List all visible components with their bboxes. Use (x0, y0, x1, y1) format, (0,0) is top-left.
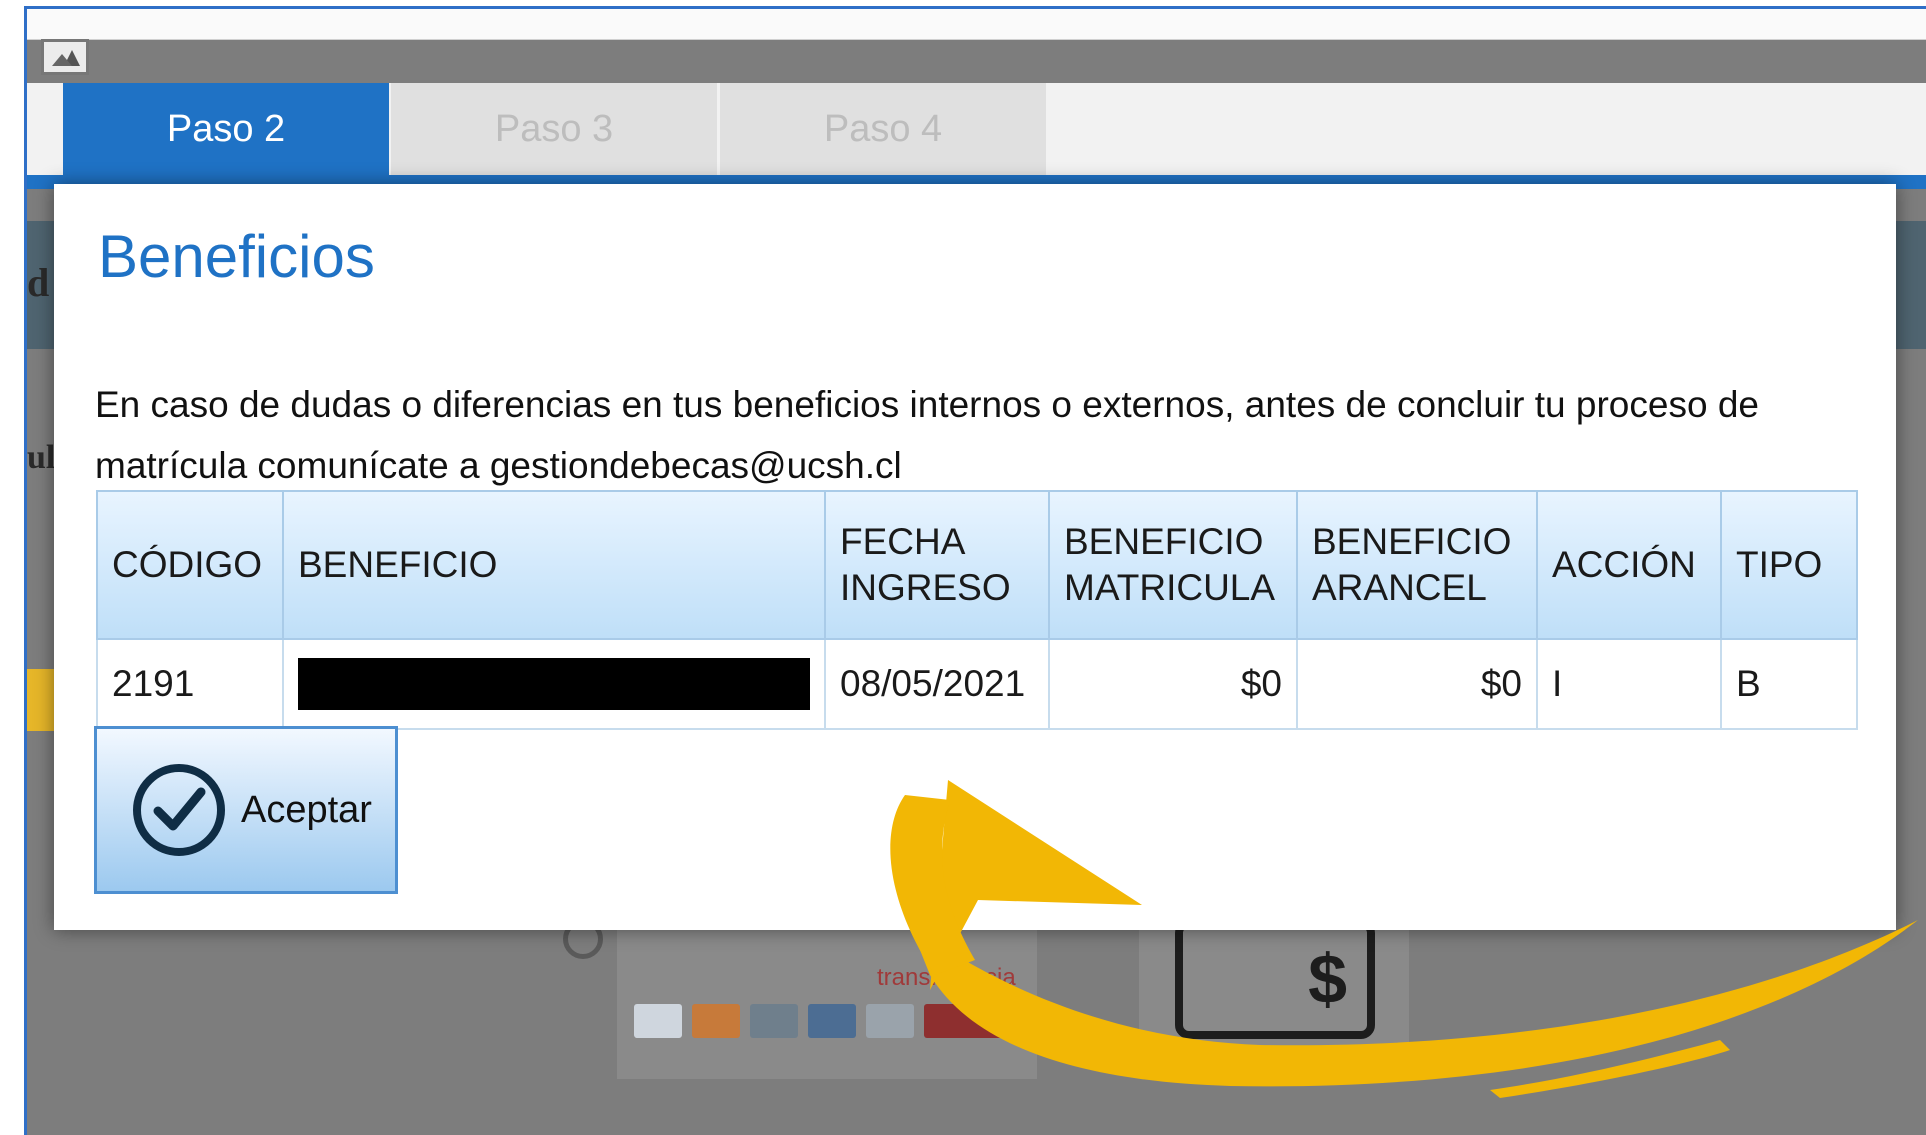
cell-beneficio (282, 638, 826, 730)
diners-logo-icon (866, 1004, 914, 1038)
amex-logo-icon (808, 1004, 856, 1038)
top-bar (27, 9, 1926, 40)
visa-logo-icon (634, 1004, 682, 1038)
table-row: 2191 08/05/2021 $0 $0 I B (96, 638, 1858, 730)
background-text-fragment: ul (27, 439, 56, 476)
background-payment-card (617, 919, 1037, 1079)
payment-logos (634, 1004, 1014, 1038)
column-header-accion: ACCIÓN (1536, 490, 1722, 640)
column-header-fecha-ingreso: FECHA INGRESO (824, 490, 1050, 640)
tab-paso-2[interactable]: Paso 2 (63, 83, 389, 175)
column-header-beneficio-arancel: BENEFICIO ARANCEL (1296, 490, 1538, 640)
cell-fecha-ingreso: 08/05/2021 (824, 638, 1050, 730)
modal-message: En caso de dudas o diferencias en tus be… (95, 384, 1759, 486)
beneficios-table: CÓDIGO BENEFICIO FECHA INGRESO BENEFICIO… (96, 490, 1858, 730)
table-header-row: CÓDIGO BENEFICIO FECHA INGRESO BENEFICIO… (96, 490, 1858, 640)
card-logo-icon (750, 1004, 798, 1038)
cell-accion: I (1536, 638, 1722, 730)
cell-codigo: 2191 (96, 638, 284, 730)
broken-image-icon (41, 39, 89, 75)
transfer-money-icon: $ (1175, 919, 1375, 1039)
step-tabs: Paso 2 Paso 3 Paso 4 (27, 83, 1926, 189)
column-header-codigo: CÓDIGO (96, 490, 284, 640)
tab-paso-4[interactable]: Paso 4 (720, 83, 1046, 175)
accept-button[interactable]: Aceptar (94, 726, 398, 894)
background-text-fragment: d (27, 260, 50, 305)
column-header-tipo: TIPO (1720, 490, 1858, 640)
accept-button-label: Aceptar (241, 788, 372, 831)
cell-tipo: B (1720, 638, 1858, 730)
beneficios-modal: Beneficios En caso de dudas o diferencia… (54, 184, 1896, 930)
column-header-beneficio-matricula: BENEFICIO MATRICULA (1048, 490, 1298, 640)
mastercard-logo-icon (692, 1004, 740, 1038)
tab-paso-3[interactable]: Paso 3 (391, 83, 717, 175)
redacted-beneficio (298, 658, 810, 710)
cell-beneficio-arancel: $0 (1296, 638, 1538, 730)
redcompra-logo-icon (924, 1004, 1014, 1038)
column-header-beneficio: BENEFICIO (282, 490, 826, 640)
modal-title: Beneficios (98, 223, 375, 290)
cell-beneficio-matricula: $0 (1048, 638, 1298, 730)
check-circle-icon (133, 764, 225, 856)
background-payment-caption: transferencia (877, 964, 1016, 991)
